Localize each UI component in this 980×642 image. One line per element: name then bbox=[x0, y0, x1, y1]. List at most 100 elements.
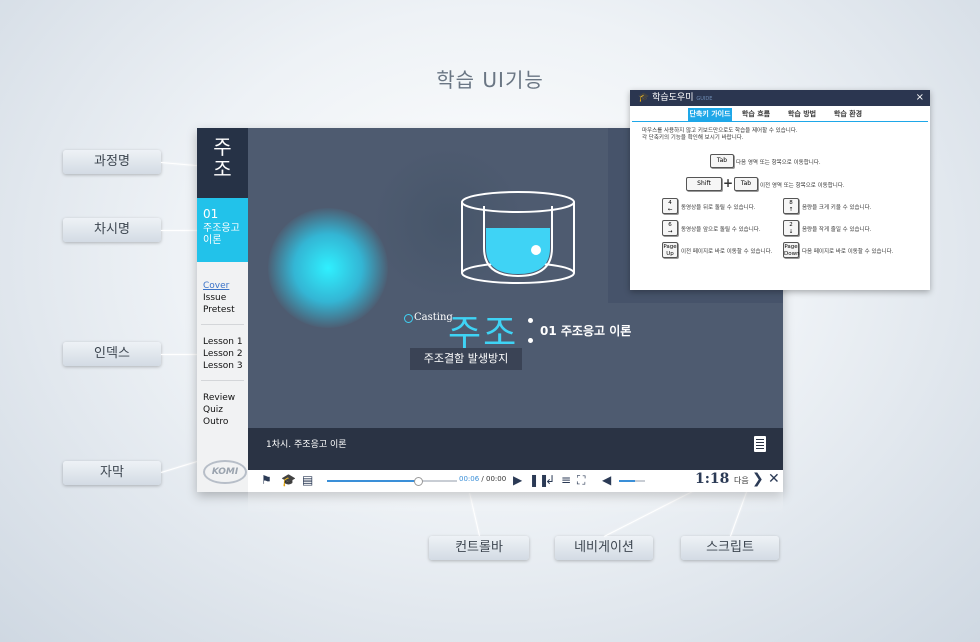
shortcut-key-top: 8 bbox=[789, 200, 793, 206]
bullet-ring bbox=[404, 314, 413, 323]
time-current: 00:06 bbox=[459, 475, 480, 483]
shortcut-key-top: 4 bbox=[668, 200, 672, 206]
clipboard-icon[interactable]: ▤ bbox=[302, 473, 313, 487]
tab-key-desc: 다음 영역 또는 항목으로 이동합니다. bbox=[736, 160, 821, 166]
bullet-dot bbox=[528, 338, 533, 343]
index-item-outro[interactable]: Outro bbox=[203, 416, 235, 428]
shortcut-key: Page Down bbox=[783, 242, 800, 258]
index-item-cover[interactable]: Cover bbox=[203, 280, 235, 292]
shortcut-key: 6 → bbox=[662, 220, 678, 236]
index-item-lesson-1[interactable]: Lesson 1 bbox=[203, 336, 243, 348]
page-indicator: 1:18 bbox=[695, 471, 730, 487]
shortcut-key: 2 ↓ bbox=[783, 220, 799, 236]
index-item-quiz[interactable]: Quiz bbox=[203, 404, 235, 416]
callout-session-name: 차시명 bbox=[63, 218, 161, 242]
volume-icon[interactable]: ◀ bbox=[602, 473, 611, 487]
shortcut-key-top: Page bbox=[663, 244, 677, 250]
shortcut-key-bottom: ← bbox=[667, 207, 673, 213]
shift-key: Shift bbox=[686, 177, 722, 191]
index-divider bbox=[201, 324, 244, 325]
index-item-review[interactable]: Review bbox=[203, 392, 235, 404]
helper-title-sub: GUIDE bbox=[696, 96, 713, 102]
plus-sign: + bbox=[723, 176, 734, 190]
tab-key: Tab bbox=[710, 154, 734, 168]
shortcut-desc: 음량을 작게 줄일 수 있습니다. bbox=[802, 227, 872, 233]
shortcut-desc: 동영상을 뒤로 돌릴 수 있습니다. bbox=[681, 205, 756, 211]
shortcut-key: 8 ↑ bbox=[783, 198, 799, 214]
bullet-dot bbox=[528, 318, 533, 323]
helper-title: 학습도우미 bbox=[652, 93, 694, 103]
graduation-cap-icon[interactable]: 🎓 bbox=[281, 473, 296, 487]
time-display: 00:06 / 00:00 bbox=[459, 475, 507, 483]
list-icon[interactable]: ≡ bbox=[561, 473, 571, 487]
session-number: 01 bbox=[203, 207, 219, 221]
shortcut-key-top: 2 bbox=[789, 222, 793, 228]
time-total: 00:00 bbox=[486, 475, 507, 483]
progress-track[interactable] bbox=[327, 477, 457, 486]
caption-text: 1차시. 주조응고 이론 bbox=[266, 440, 347, 450]
hero-casting: Casting bbox=[414, 312, 453, 323]
graduation-cap-icon: 🎓 bbox=[638, 93, 650, 103]
sidebar: 주조 01 주조응고 이론 Cover Issue Pretest Lesson… bbox=[197, 128, 248, 492]
volume-track[interactable] bbox=[619, 480, 645, 482]
session-title: 주조응고 이론 bbox=[203, 223, 240, 246]
shortcut-key-bottom: → bbox=[667, 229, 673, 235]
caption-bar: 1차시. 주조응고 이론 bbox=[248, 428, 783, 470]
index-group-lessons: Lesson 1 Lesson 2 Lesson 3 bbox=[203, 336, 243, 372]
callout-control-bar: 컨트롤바 bbox=[429, 536, 529, 560]
shortcut-key-top: 6 bbox=[668, 222, 672, 228]
shortcut-key: 4 ← bbox=[662, 198, 678, 214]
callout-index: 인덱스 bbox=[63, 342, 161, 366]
course-name-panel: 주조 bbox=[197, 128, 248, 198]
index-group-outro: Review Quiz Outro bbox=[203, 392, 235, 428]
komi-logo: KOMI bbox=[203, 460, 247, 484]
shortcut-key: Page Up bbox=[662, 242, 678, 258]
volume-fill bbox=[619, 480, 635, 482]
tab-learning-env[interactable]: 학습 환경 bbox=[826, 108, 870, 121]
shortcut-desc: 다음 페이지로 바로 이동할 수 있습니다. bbox=[802, 249, 894, 255]
reflection bbox=[248, 492, 783, 514]
page-title: 학습 UI기능 bbox=[436, 68, 544, 92]
helper-close-button[interactable]: × bbox=[916, 90, 924, 106]
course-title: 주조 bbox=[213, 135, 232, 181]
next-arrow-icon[interactable]: ❯ bbox=[752, 472, 764, 486]
helper-window: 🎓 학습도우미 GUIDE × 단축키 가이드 학습 흐름 학습 방법 학습 환… bbox=[630, 90, 930, 290]
shortcut-desc: 음량을 크게 키울 수 있습니다. bbox=[802, 205, 872, 211]
callout-navigation: 네비게이션 bbox=[555, 536, 653, 560]
tab-learning-method[interactable]: 학습 방법 bbox=[780, 108, 824, 121]
shortcut-key-bottom: Up bbox=[666, 251, 674, 257]
index-item-pretest[interactable]: Pretest bbox=[203, 304, 235, 316]
play-icon[interactable]: ▶ bbox=[513, 473, 522, 487]
index-item-lesson-3[interactable]: Lesson 3 bbox=[203, 360, 243, 372]
bookmark-icon[interactable]: ⚑ bbox=[261, 473, 272, 487]
progress-knob[interactable] bbox=[414, 477, 423, 486]
crucible-icon bbox=[461, 191, 575, 284]
callout-course-name: 과정명 bbox=[63, 150, 161, 174]
tab-underline bbox=[632, 121, 928, 122]
callout-script: 스크립트 bbox=[681, 536, 779, 560]
index-divider bbox=[201, 380, 244, 381]
shortcut-key-bottom: Down bbox=[784, 251, 800, 257]
shortcut-key-bottom: ↑ bbox=[788, 207, 794, 213]
fullscreen-icon[interactable]: ⛶ bbox=[577, 473, 585, 487]
hero-tagline: 주조결함 발생방지 bbox=[410, 348, 522, 370]
shortcut-key-bottom: ↓ bbox=[788, 229, 794, 235]
next-label[interactable]: 다음 bbox=[734, 475, 749, 486]
shortcut-desc: 이전 페이지로 바로 이동할 수 있습니다. bbox=[681, 249, 773, 255]
tab-learning-flow[interactable]: 학습 흐름 bbox=[734, 108, 778, 121]
close-icon[interactable]: ✕ bbox=[768, 472, 780, 486]
tab-shortcut-guide[interactable]: 단축키 가이드 bbox=[688, 108, 732, 121]
index-item-issue[interactable]: Issue bbox=[203, 292, 235, 304]
callout-caption: 자막 bbox=[63, 461, 161, 485]
helper-titlebar: 🎓 학습도우미 GUIDE × bbox=[630, 90, 930, 106]
index-group-intro: Cover Issue Pretest bbox=[203, 280, 235, 316]
index-item-lesson-2[interactable]: Lesson 2 bbox=[203, 348, 243, 360]
session-panel[interactable]: 01 주조응고 이론 bbox=[197, 198, 248, 262]
document-icon[interactable] bbox=[754, 436, 766, 452]
return-icon[interactable]: ↲ bbox=[545, 473, 555, 487]
progress-fill bbox=[327, 480, 418, 482]
shift-tab-desc: 이전 영역 또는 항목으로 이동합니다. bbox=[760, 183, 845, 189]
hero-chapter: 01 주조응고 이론 bbox=[540, 324, 632, 338]
shortcut-desc: 동영상을 앞으로 돌릴 수 있습니다. bbox=[681, 227, 761, 233]
shortcut-key-top: Page bbox=[784, 244, 798, 250]
